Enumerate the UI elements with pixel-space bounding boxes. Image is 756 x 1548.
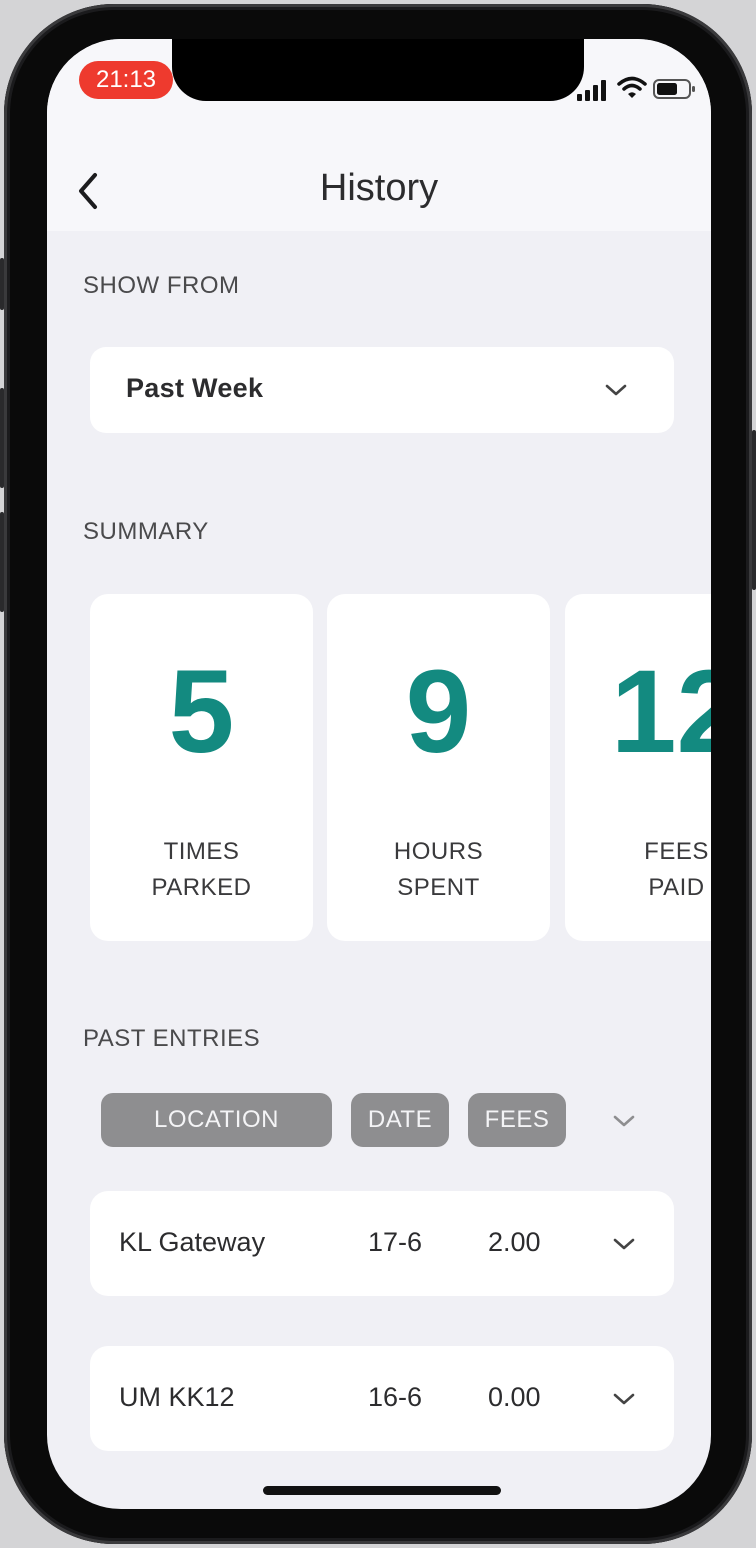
side-button — [752, 430, 756, 590]
dropdown-selected-value: Past Week — [126, 373, 264, 403]
entry-date: 17-6 — [368, 1227, 423, 1257]
battery-icon — [653, 79, 695, 99]
entry-location: KL Gateway — [119, 1227, 266, 1257]
show-from-label: SHOW FROM — [83, 272, 240, 299]
past-entries-label: PAST ENTRIES — [83, 1025, 261, 1052]
summary-card-hours-spent: 9 HOURS SPENT — [327, 594, 550, 941]
summary-value: 9 — [405, 646, 472, 778]
status-time[interactable]: 21:13 — [79, 61, 173, 99]
chevron-down-icon — [613, 1393, 635, 1405]
sort-chip-fees[interactable]: FEES — [468, 1093, 566, 1147]
home-indicator[interactable] — [263, 1486, 501, 1495]
side-button — [0, 388, 4, 488]
summary-value: 5 — [168, 646, 235, 778]
side-button — [0, 258, 4, 310]
summary-card-label: HOURS SPENT — [327, 834, 550, 906]
sort-chip-location[interactable]: LOCATION — [101, 1093, 332, 1147]
status-bar: 21:13 — [47, 39, 711, 149]
summary-carousel[interactable]: 5 TIMES PARKED 9 HOURS SPENT 12 FEES PAI… — [90, 594, 711, 941]
summary-label-line: SPENT — [397, 874, 480, 901]
summary-label-line: TIMES — [163, 838, 240, 865]
summary-label-line: PAID — [648, 874, 705, 901]
chevron-down-icon — [605, 384, 627, 396]
summary-card-times-parked: 5 TIMES PARKED — [90, 594, 313, 941]
summary-card-label: FEES PAID — [565, 834, 711, 906]
sort-chip-date[interactable]: DATE — [351, 1093, 449, 1147]
navigation-bar: History — [47, 149, 711, 231]
entry-location: UM KK12 — [119, 1382, 235, 1412]
entry-row[interactable]: UM KK12 16-6 0.00 — [90, 1346, 674, 1451]
summary-value: 12 — [610, 646, 711, 778]
chevron-down-icon — [613, 1238, 635, 1250]
summary-card-fees-paid: 12 FEES PAID — [565, 594, 711, 941]
summary-label-line: FEES — [644, 838, 709, 865]
side-button — [0, 512, 4, 612]
summary-label: SUMMARY — [83, 518, 209, 545]
entry-date: 16-6 — [368, 1382, 423, 1412]
wifi-icon — [617, 76, 647, 98]
notch — [172, 39, 584, 101]
entry-fees: 0.00 — [488, 1382, 541, 1412]
signal-icon — [577, 80, 606, 101]
page-title: History — [319, 167, 439, 209]
status-icons — [577, 73, 697, 103]
entry-row[interactable]: KL Gateway 17-6 2.00 — [90, 1191, 674, 1296]
chevron-down-icon[interactable] — [612, 1114, 636, 1128]
app-screen: 21:13 History SHOW FROM Past Week SUMMAR… — [47, 39, 711, 1509]
summary-card-label: TIMES PARKED — [90, 834, 313, 906]
show-from-dropdown[interactable]: Past Week — [90, 347, 674, 433]
summary-label-line: PARKED — [151, 874, 252, 901]
summary-label-line: HOURS — [393, 838, 484, 865]
entry-fees: 2.00 — [488, 1227, 541, 1257]
